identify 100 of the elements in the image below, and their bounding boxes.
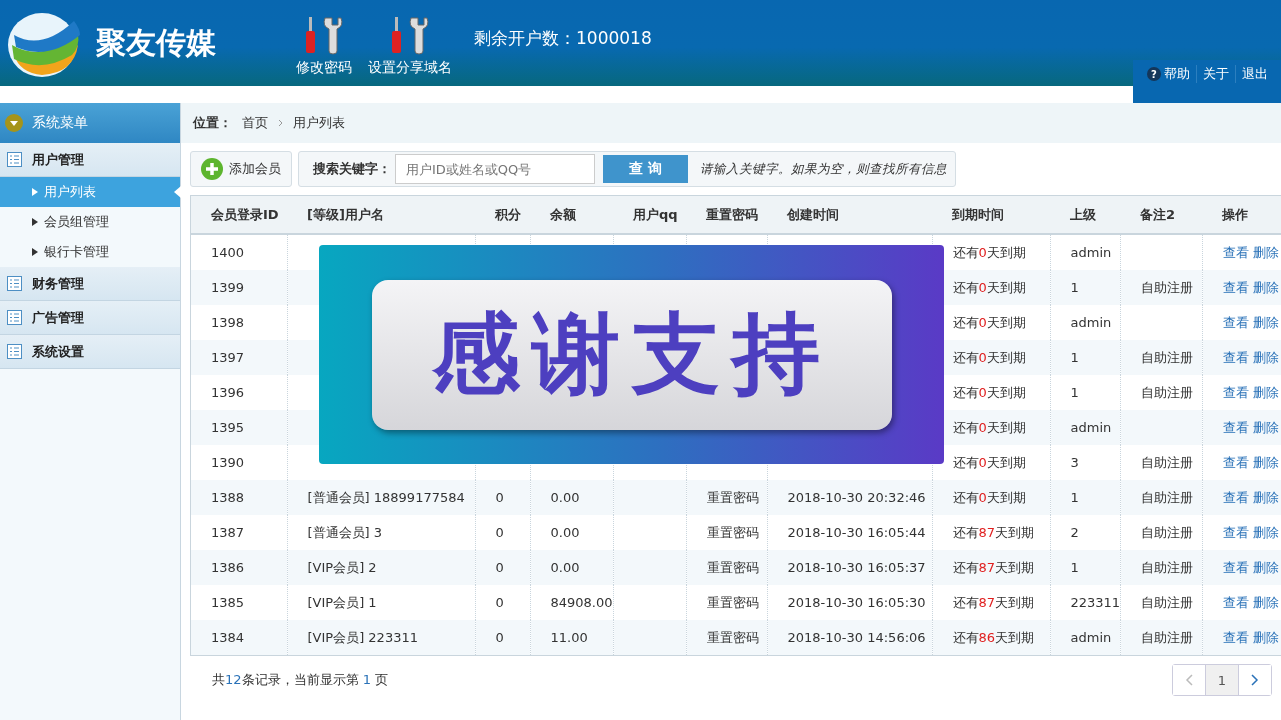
reset-password-link[interactable]: 重置密码 [706, 524, 759, 540]
table-cell: [VIP会员] 1 [307, 594, 377, 610]
table-cell: 0 [495, 595, 504, 610]
column-header: 会员登录ID [211, 206, 279, 222]
row-action-link[interactable]: 查看 [1222, 314, 1249, 330]
menu-group[interactable]: 用户管理 [0, 143, 180, 177]
table-cell: 2018-10-30 14:56:06 [787, 630, 926, 645]
row-action-link[interactable]: 查看 [1222, 349, 1249, 365]
brand-name: 聚友传媒 [96, 23, 217, 62]
chevron-down-icon [4, 113, 24, 133]
menu-item[interactable]: 银行卡管理 [0, 237, 180, 267]
chevron-left-icon [1185, 674, 1193, 686]
table-cell: 自助注册 [1140, 454, 1193, 470]
table-cell: [普通会员] 3 [307, 524, 383, 540]
row-action-link[interactable]: 查看 [1222, 629, 1249, 645]
table-cell: 2018-10-30 16:05:37 [787, 560, 926, 575]
table-cell: 223311 [1070, 595, 1119, 610]
row-action-link[interactable]: 删除 [1252, 279, 1279, 295]
table-cell: 1398 [211, 315, 245, 330]
table-cell: 1 [1070, 490, 1079, 505]
breadcrumb-link[interactable]: 用户列表 [293, 114, 345, 132]
menu-group[interactable]: 广告管理 [0, 301, 180, 335]
tool-link[interactable]: 设置分享域名 [368, 15, 452, 77]
breadcrumb-label: 位置： [193, 114, 232, 132]
row-action-link[interactable]: 查看 [1222, 279, 1249, 295]
column-header: 余额 [550, 206, 576, 222]
table-cell: 还有0天到期 [952, 489, 1026, 505]
top-link[interactable]: ? 帮助 [1141, 65, 1197, 83]
table-cell: [VIP会员] 223311 [307, 629, 418, 645]
table-cell: 84908.00 [550, 595, 612, 610]
table-cell: 0 [495, 630, 504, 645]
search-field[interactable]: 用户ID或姓名或QQ号 [395, 154, 595, 184]
row-action-link[interactable]: 删除 [1252, 629, 1279, 645]
table-cell: 自助注册 [1140, 629, 1193, 645]
table-cell: 自助注册 [1140, 594, 1193, 610]
row-action-link[interactable]: 查看 [1222, 594, 1249, 610]
row-action-link[interactable]: 删除 [1252, 454, 1279, 470]
add-member-button[interactable]: 添加会员 [190, 151, 292, 187]
column-header: 到期时间 [952, 206, 1004, 222]
column-header: 积分 [495, 206, 521, 222]
search-hint: 请输入关键字。如果为空，则查找所有信息 [700, 160, 947, 178]
previous-page-button[interactable] [1173, 665, 1206, 695]
column-header: 操作 [1222, 206, 1248, 222]
breadcrumb-link[interactable]: 首页 [242, 114, 268, 132]
chevron-right-icon [278, 119, 283, 127]
row-action-link[interactable]: 查看 [1222, 559, 1249, 575]
row-action-link[interactable]: 删除 [1252, 524, 1279, 540]
search-label: 搜索关键字： [313, 160, 391, 178]
table-cell: admin [1070, 630, 1112, 645]
table-cell: 自助注册 [1140, 279, 1193, 295]
menu-item[interactable]: 会员组管理 [0, 207, 180, 237]
row-action-link[interactable]: 查看 [1222, 419, 1249, 435]
table-cell: 还有0天到期 [952, 384, 1026, 400]
menu-group[interactable]: 系统设置 [0, 335, 180, 369]
row-action-link[interactable]: 查看 [1222, 489, 1249, 505]
tool-link[interactable]: 修改密码 [296, 15, 352, 77]
row-action-link[interactable]: 删除 [1252, 594, 1279, 610]
column-header: 上级 [1070, 206, 1096, 222]
caret-icon [32, 188, 38, 196]
table-cell: 1 [1070, 350, 1079, 365]
row-action-link[interactable]: 删除 [1252, 244, 1279, 260]
list-icon [7, 344, 22, 359]
table-cell: 自助注册 [1140, 349, 1193, 365]
row-action-link[interactable]: 删除 [1252, 489, 1279, 505]
reset-password-link[interactable]: 重置密码 [706, 594, 759, 610]
page-button[interactable]: 1 [1206, 665, 1239, 695]
table-cell: 2018-10-30 20:32:46 [787, 490, 926, 505]
table-cell: 还有87天到期 [952, 594, 1035, 610]
menu-group[interactable]: 财务管理 [0, 267, 180, 301]
table-cell: [VIP会员] 2 [307, 559, 377, 575]
table-cell: 1386 [211, 560, 245, 575]
row-action-link[interactable]: 查看 [1222, 384, 1249, 400]
row-action-link[interactable]: 删除 [1252, 314, 1279, 330]
top-link[interactable]: 退出 [1236, 65, 1274, 83]
table-cell: 还有87天到期 [952, 559, 1035, 575]
table-cell: 0.00 [550, 525, 580, 540]
table-cell: 自助注册 [1140, 489, 1193, 505]
top-link[interactable]: 关于 [1197, 65, 1236, 83]
sidebar-title: 系统菜单 [0, 103, 180, 143]
row-action-link[interactable]: 删除 [1252, 419, 1279, 435]
column-header: 创建时间 [787, 206, 839, 222]
row-action-link[interactable]: 删除 [1252, 559, 1279, 575]
table-cell: 还有0天到期 [952, 244, 1026, 260]
row-action-link[interactable]: 删除 [1252, 349, 1279, 365]
row-action-link[interactable]: 查看 [1222, 244, 1249, 260]
row-action-link[interactable]: 删除 [1252, 384, 1279, 400]
column-header: 备注2 [1140, 206, 1176, 222]
table-cell: 1397 [211, 350, 245, 365]
help-icon: ? [1147, 67, 1161, 81]
row-action-link[interactable]: 查看 [1222, 454, 1249, 470]
record-summary: 共12条记录，当前显示第 1 页 [212, 671, 389, 689]
table-cell: 1385 [211, 595, 245, 610]
row-action-link[interactable]: 查看 [1222, 524, 1249, 540]
menu-item[interactable]: 用户列表 [0, 177, 180, 207]
table-cell: 1396 [211, 385, 245, 400]
search-button[interactable]: 查 询 [603, 155, 688, 183]
table-cell: 0 [495, 490, 504, 505]
table-cell: 0 [495, 525, 504, 540]
table-cell: 0.00 [550, 560, 580, 575]
table-cell: 还有0天到期 [952, 314, 1026, 330]
